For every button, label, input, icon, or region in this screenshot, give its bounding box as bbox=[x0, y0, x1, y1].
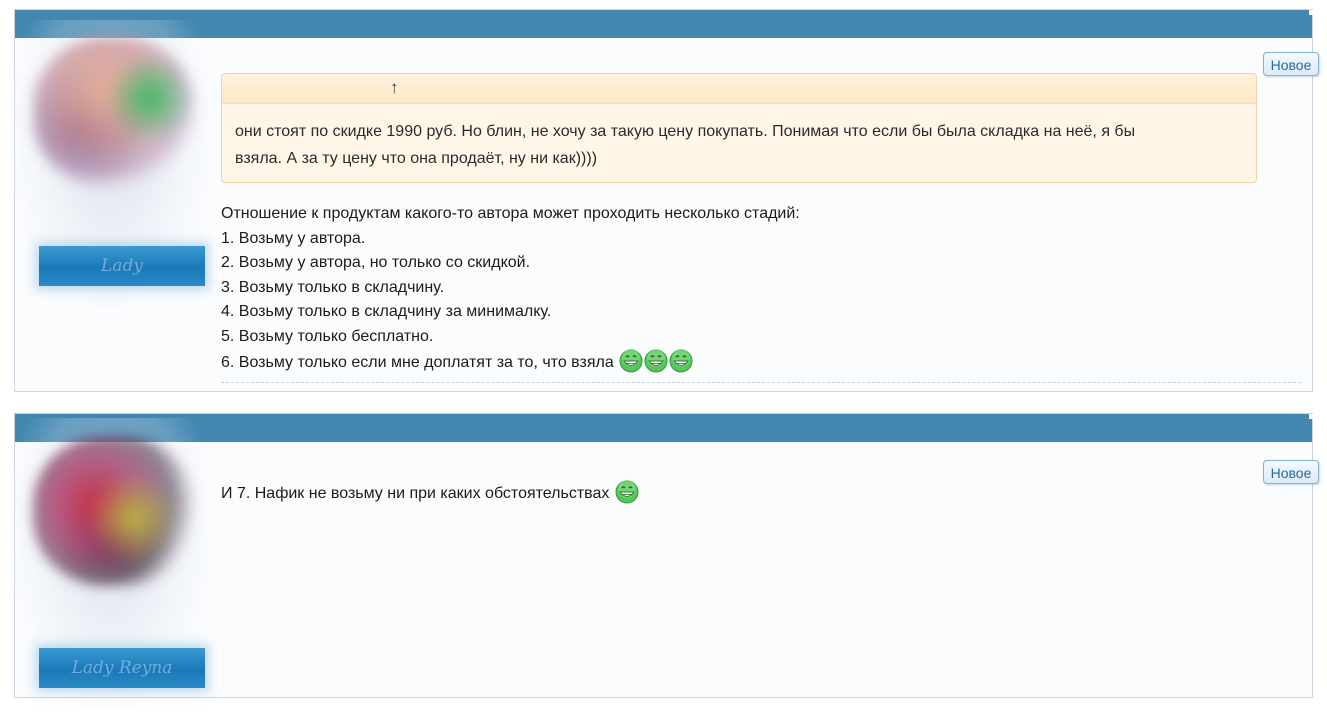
jump-to-quote-arrow-icon[interactable]: ↑ bbox=[390, 78, 399, 98]
post-message: И 7. Нафик не возьму ни при каких обстоя… bbox=[221, 480, 639, 507]
avatar-signature-text: Lady Reyna bbox=[71, 658, 173, 678]
forum-post: Lady Reyna Новое И 7. Нафик не возьму ни… bbox=[11, 413, 1319, 708]
user-avatar[interactable]: Lady Reyna bbox=[11, 418, 211, 708]
quote-text: они стоят по скидке 1990 руб. Но блин, н… bbox=[222, 104, 1256, 172]
avatar-signature-text: Lady bbox=[101, 256, 143, 276]
message-line: И 7. Нафик не возьму ни при каких обстоя… bbox=[221, 485, 610, 502]
quote-header: ↑ bbox=[222, 74, 1256, 104]
message-line: Отношение к продуктам какого-то автора м… bbox=[221, 205, 800, 222]
quote-block: ↑ они стоят по скидке 1990 руб. Но блин,… bbox=[221, 73, 1257, 183]
grin-icon bbox=[615, 480, 639, 504]
new-post-tag[interactable]: Новое bbox=[1263, 460, 1319, 484]
quote-line: они стоят по скидке 1990 руб. Но блин, н… bbox=[235, 123, 1136, 140]
grin-icon bbox=[669, 349, 693, 373]
avatar-signature-badge: Lady bbox=[39, 246, 205, 286]
post-message: Отношение к продуктам какого-то автора м… bbox=[221, 202, 800, 376]
post-footer-divider bbox=[221, 382, 1301, 383]
avatar-image bbox=[33, 436, 195, 586]
quote-line: взяла. А за ту цену что она продаёт, ну … bbox=[235, 150, 598, 167]
forum-post: Lady Новое ↑ они стоят по скидке 1990 ру… bbox=[11, 9, 1319, 392]
message-line: 1. Возьму у автора. bbox=[221, 229, 366, 247]
header-corner bbox=[1309, 10, 1313, 15]
header-corner bbox=[1309, 414, 1313, 419]
message-line: 2. Возьму у автора, но только со скидкой… bbox=[221, 254, 531, 271]
avatar-signature-badge: Lady Reyna bbox=[39, 648, 205, 688]
new-post-tag[interactable]: Новое bbox=[1263, 52, 1319, 76]
grin-icon bbox=[644, 349, 668, 373]
message-line: 4. Возьму только в складчину за минималк… bbox=[221, 303, 552, 320]
avatar-image bbox=[33, 38, 195, 188]
message-line-with-smileys: 6. Возьму только если мне доплатят за то… bbox=[221, 349, 800, 376]
message-line-with-smileys: И 7. Нафик не возьму ни при каких обстоя… bbox=[221, 480, 639, 507]
grin-icon bbox=[619, 349, 643, 373]
message-line: 6. Возьму только если мне доплатят за то… bbox=[221, 354, 614, 371]
message-line: 3. Возьму только в складчину. bbox=[221, 278, 445, 296]
message-line: 5. Возьму только бесплатно. bbox=[221, 327, 434, 345]
user-avatar[interactable]: Lady bbox=[11, 20, 211, 310]
